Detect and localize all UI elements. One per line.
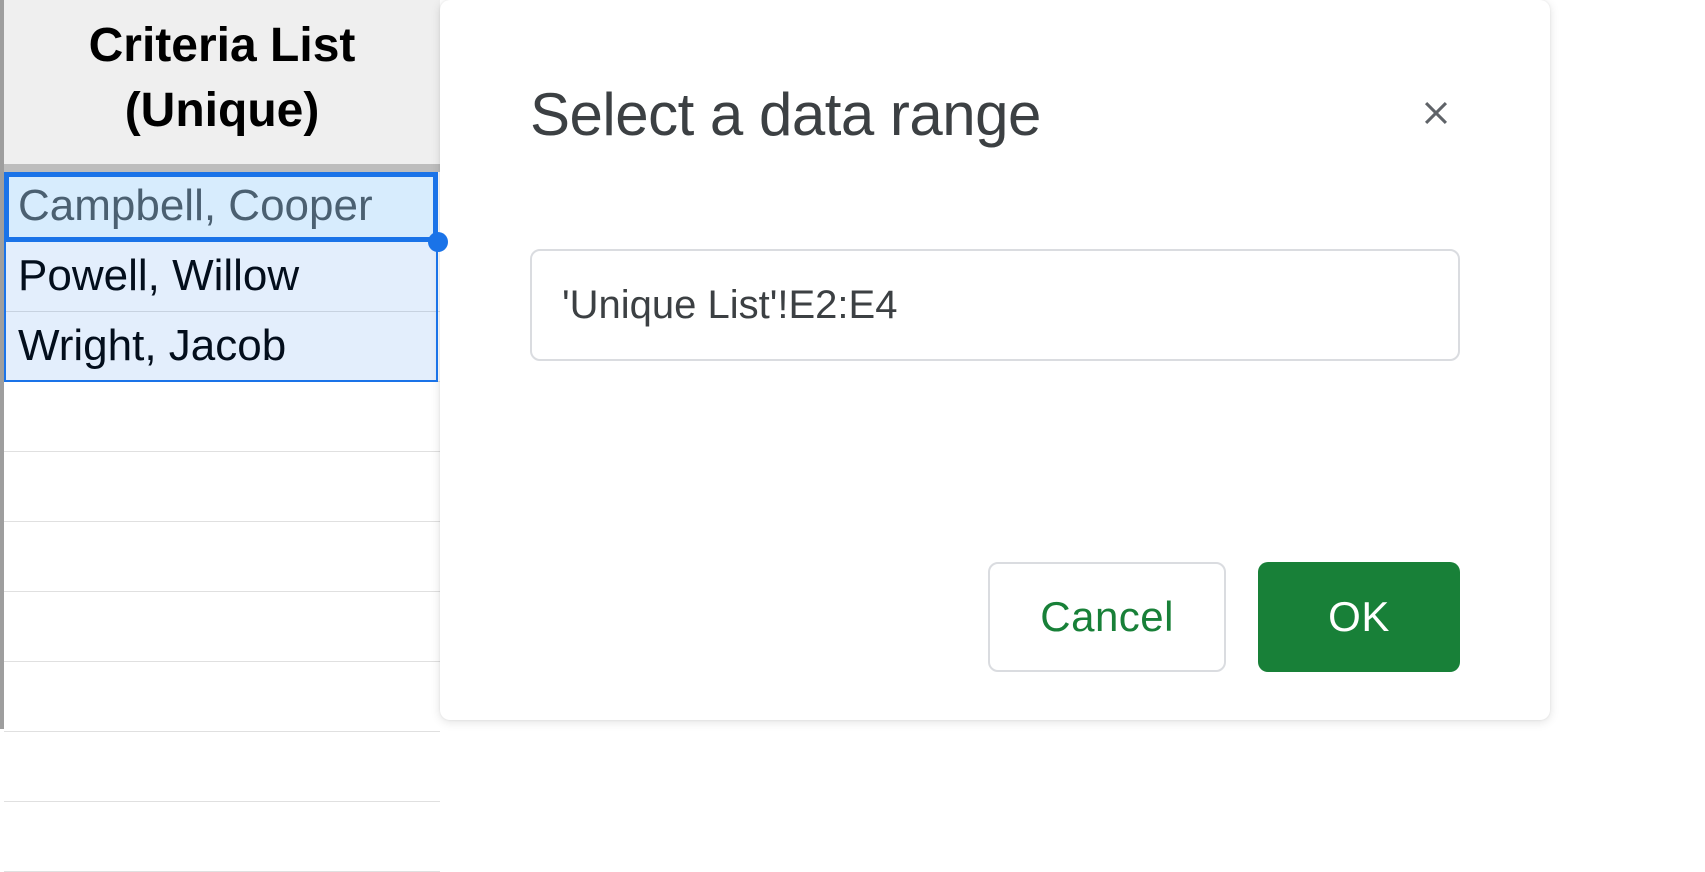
cells-container: Campbell, Cooper Powell, Willow Wright, … <box>4 172 440 872</box>
cell-value: Wright, Jacob <box>18 321 286 371</box>
close-button[interactable] <box>1412 91 1460 139</box>
empty-cell[interactable] <box>4 662 440 732</box>
empty-cell[interactable] <box>4 522 440 592</box>
empty-cell[interactable] <box>4 452 440 522</box>
header-line-1: Criteria List <box>89 19 356 72</box>
dialog-footer: Cancel OK <box>988 562 1460 672</box>
empty-cell[interactable] <box>4 732 440 802</box>
dialog-title: Select a data range <box>530 80 1041 149</box>
empty-cell[interactable] <box>4 802 440 872</box>
close-icon <box>1419 96 1453 133</box>
cell-e3[interactable]: Powell, Willow <box>4 242 440 312</box>
header-line-2: (Unique) <box>125 84 320 137</box>
data-range-input[interactable] <box>530 249 1460 361</box>
empty-cell[interactable] <box>4 592 440 662</box>
dialog-header: Select a data range <box>530 80 1460 149</box>
empty-cell[interactable] <box>4 382 440 452</box>
cell-value: Campbell, Cooper <box>18 181 373 231</box>
cell-e2[interactable]: Campbell, Cooper <box>4 172 440 242</box>
ok-button[interactable]: OK <box>1258 562 1460 672</box>
cancel-button[interactable]: Cancel <box>988 562 1226 672</box>
cell-e4[interactable]: Wright, Jacob <box>4 312 440 382</box>
cell-value: Powell, Willow <box>18 251 299 301</box>
column-header: Criteria List (Unique) <box>4 0 440 172</box>
spreadsheet-column: Criteria List (Unique) Campbell, Cooper … <box>0 0 440 729</box>
select-data-range-dialog: Select a data range Cancel OK <box>440 0 1550 720</box>
